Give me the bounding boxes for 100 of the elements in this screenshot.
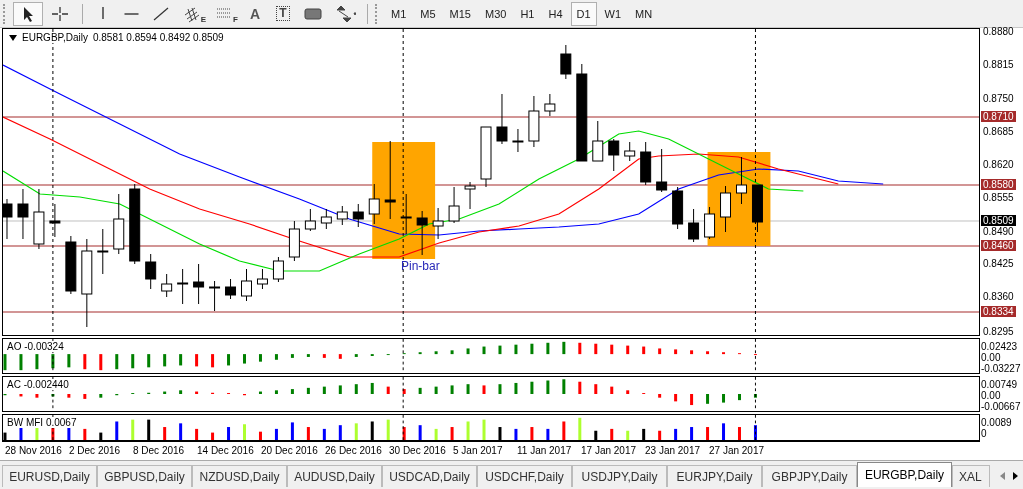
date-label: 27 Jan 2017 (709, 445, 765, 456)
candlestick (161, 273, 173, 298)
price-label: 0.8360 (982, 291, 1015, 302)
candlestick (65, 235, 77, 295)
candlestick (241, 268, 252, 302)
text-label-button[interactable]: T (270, 1, 296, 26)
chart-tab[interactable]: NZDUSD,Daily (192, 465, 287, 487)
chart-tab[interactable]: USDCAD,Daily (382, 465, 477, 487)
indicator-label: AO -0.00324 (7, 341, 64, 352)
lines-button[interactable]: F (210, 1, 240, 26)
candlestick (592, 120, 604, 162)
price-tag: 0.8460 (981, 240, 1016, 251)
timeframe-button[interactable]: H1 (514, 1, 541, 26)
candlestick (97, 228, 109, 275)
scale-label: 0.0089 (981, 417, 1013, 428)
candlestick (672, 186, 684, 230)
scale-label: 0.02423 (981, 341, 1019, 352)
letter-label: F (233, 15, 238, 24)
candlestick (288, 220, 300, 262)
scale-label: 0.00749 (981, 379, 1019, 390)
candlestick (416, 210, 428, 256)
candlestick (751, 184, 763, 233)
candlestick (688, 208, 700, 243)
candlestick (257, 268, 268, 290)
timeframe-button[interactable]: H4 (542, 1, 569, 26)
scroll-left-icon[interactable] (999, 471, 1006, 481)
candlestick (432, 207, 444, 240)
timeframe-button[interactable]: M1 (385, 1, 413, 26)
candlestick (464, 181, 476, 210)
candlestick (720, 185, 731, 233)
chart-tab[interactable]: GBPUSD,Daily (97, 465, 192, 487)
timeframe-button[interactable]: M30 (478, 1, 513, 26)
channel-button[interactable]: E (178, 1, 208, 26)
date-label: 17 Jan 2017 (581, 445, 637, 456)
candlestick (544, 93, 556, 117)
price-label: 0.8880 (982, 26, 1015, 37)
text-button[interactable]: A (242, 1, 268, 26)
candlestick (225, 278, 236, 300)
crosshair-icon (49, 4, 71, 23)
date-label: 8 Dec 2016 (133, 445, 185, 456)
scale-label: 0.00 (981, 390, 1002, 401)
scale-label: -0.00667 (981, 401, 1022, 412)
date-label: 20 Dec 2016 (261, 445, 318, 456)
chart-tab[interactable]: EURUSD,Daily (2, 465, 97, 487)
candlestick (560, 44, 572, 80)
price-tag: 0.8509 (981, 215, 1016, 226)
letter-label: E (200, 15, 206, 24)
scale-label: -0.03227 (981, 363, 1022, 374)
date-label: 23 Jan 2017 (645, 445, 701, 456)
candlestick (209, 280, 221, 312)
candlestick (448, 186, 460, 224)
chart-tab[interactable]: EURJPY,Daily (667, 465, 762, 487)
candlestick (49, 203, 61, 238)
indicator-label: BW MFI 0.0067 (7, 417, 77, 428)
candlestick (736, 156, 747, 205)
timeframe-button[interactable]: D1 (570, 1, 597, 26)
date-label: 2 Dec 2016 (69, 445, 121, 456)
horizontal-line-icon (123, 12, 139, 15)
candlestick (320, 208, 332, 230)
candlestick (704, 206, 716, 240)
timeframe-button[interactable]: W1 (598, 1, 628, 26)
date-label: 14 Dec 2016 (197, 445, 254, 456)
candlestick (656, 148, 668, 193)
candlestick (145, 253, 157, 290)
timeframe-button[interactable]: M5 (414, 1, 442, 26)
scale-label: 0.00 (981, 352, 1002, 363)
dropdown-triangle-icon (9, 34, 17, 41)
price-label: 0.8750 (982, 93, 1015, 104)
chart-tab[interactable]: EURGBP,Daily (857, 462, 952, 487)
chart-tab[interactable]: USDCHF,Daily (477, 465, 572, 487)
cursor-button[interactable] (13, 1, 43, 26)
date-label: 28 Nov 2016 (5, 445, 62, 456)
arrows-icon (334, 4, 356, 23)
chart-tab[interactable]: AUDUSD,Daily (287, 465, 382, 487)
scale-label: 0 (981, 428, 988, 439)
chart-tab[interactable]: USDJPY,Daily (572, 465, 667, 487)
chart-tab[interactable]: XAL (952, 465, 990, 487)
price-label: 0.8490 (982, 226, 1015, 237)
candlestick (177, 268, 189, 305)
timeframe-button[interactable]: MN (629, 1, 659, 26)
chart-tab[interactable]: GBPJPY,Daily (762, 465, 857, 487)
date-label: 30 Dec 2016 (389, 445, 446, 456)
candlestick (352, 203, 364, 228)
price-label: 0.8620 (982, 159, 1015, 170)
chart-symbol: EURGBP,Daily (22, 32, 88, 43)
candlestick (336, 205, 348, 226)
price-label: 0.8815 (982, 59, 1015, 70)
date-label: 11 Jan 2017 (517, 445, 572, 456)
candlestick (17, 188, 29, 240)
date-label: 26 Dec 2016 (325, 445, 382, 456)
candlestick (113, 193, 125, 255)
candlestick (193, 263, 205, 305)
candlestick (304, 208, 316, 232)
scroll-right-icon[interactable] (1012, 471, 1019, 481)
price-tag: 0.8580 (981, 179, 1016, 190)
price-tag: 0.8710 (981, 111, 1016, 122)
candlestick (272, 256, 284, 283)
timeframe-button[interactable]: M15 (443, 1, 477, 26)
candlestick (640, 141, 652, 186)
date-label: 5 Jan 2017 (453, 445, 503, 456)
